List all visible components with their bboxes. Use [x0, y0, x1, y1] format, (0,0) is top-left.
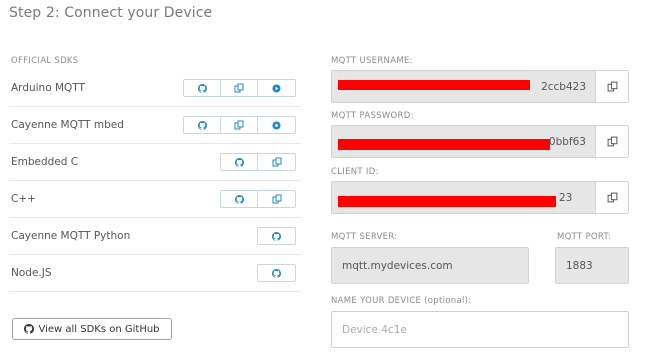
client-id-label: CLIENT ID: — [331, 167, 379, 177]
sdk-actions — [183, 116, 296, 134]
play-icon[interactable] — [258, 80, 295, 96]
view-all-sdks-button[interactable]: View all SDKs on GitHub — [12, 318, 172, 340]
sdk-row-cayenne-mqtt-mbed: Cayenne MQTT mbed — [9, 107, 301, 144]
sdk-row-arduino-mqtt: Arduino MQTT — [9, 70, 301, 107]
settings-icon[interactable] — [258, 117, 295, 133]
mqtt-password-label: MQTT PASSWORD: — [331, 111, 414, 121]
view-all-sdks-label: View all SDKs on GitHub — [38, 323, 160, 335]
copy-username-button[interactable] — [595, 71, 628, 102]
copy-icon[interactable] — [258, 191, 295, 207]
mqtt-port-label: MQTT PORT: — [557, 232, 612, 242]
redaction-bar — [338, 80, 530, 90]
copy-icon — [607, 192, 617, 203]
sdk-row-cpp: C++ — [9, 181, 301, 218]
mqtt-server-field[interactable]: mqtt.mydevices.com — [331, 247, 529, 284]
sdk-actions — [183, 79, 296, 97]
mqtt-server-value: mqtt.mydevices.com — [342, 260, 453, 272]
sdk-name: Cayenne MQTT mbed — [11, 119, 124, 131]
github-icon[interactable] — [184, 117, 221, 133]
sdk-name: Node.JS — [11, 267, 52, 279]
sdks-section-label: OFFICIAL SDKS — [11, 56, 79, 66]
client-id-field[interactable]: 23 — [331, 181, 629, 214]
copy-password-button[interactable] — [595, 126, 628, 157]
device-name-input-wrapper — [331, 311, 629, 348]
sdk-actions — [220, 153, 296, 171]
step-title: Step 2: Connect your Device — [9, 5, 213, 21]
mqtt-username-field[interactable]: 2ccb423 — [331, 70, 629, 103]
mqtt-port-value: 1883 — [566, 260, 593, 272]
mqtt-password-field[interactable]: 0bbf63 — [331, 125, 629, 158]
github-icon[interactable] — [258, 228, 295, 244]
mqtt-username-value: 2ccb423 — [541, 81, 586, 93]
copy-client-id-button[interactable] — [595, 182, 628, 213]
mqtt-username-label: MQTT USERNAME: — [331, 56, 413, 66]
mqtt-password-value: 0bbf63 — [548, 136, 586, 148]
github-icon[interactable] — [221, 154, 258, 170]
device-name-label: NAME YOUR DEVICE (optional): — [331, 296, 472, 306]
client-id-value: 23 — [559, 192, 573, 204]
sdk-row-nodejs: Node.JS — [9, 255, 301, 292]
sdk-actions — [220, 190, 296, 208]
sdk-name: Cayenne MQTT Python — [11, 230, 131, 242]
device-name-input[interactable] — [332, 312, 628, 347]
copy-icon — [607, 81, 617, 92]
copy-icon[interactable] — [221, 117, 258, 133]
github-icon — [24, 324, 35, 334]
copy-icon[interactable] — [221, 80, 258, 96]
redaction-bar — [338, 196, 556, 207]
sdk-name: Embedded C — [11, 156, 79, 168]
sdk-name: Arduino MQTT — [11, 82, 85, 94]
sdk-actions — [257, 264, 296, 282]
sdk-name: C++ — [11, 193, 36, 205]
sdk-row-cayenne-mqtt-python: Cayenne MQTT Python — [9, 218, 301, 255]
mqtt-server-label: MQTT SERVER: — [331, 232, 398, 242]
github-icon[interactable] — [184, 80, 221, 96]
sdk-actions — [257, 227, 296, 245]
github-icon[interactable] — [221, 191, 258, 207]
copy-icon — [607, 136, 617, 147]
redaction-bar — [338, 139, 550, 150]
sdk-row-embedded-c: Embedded C — [9, 144, 301, 181]
mqtt-port-field[interactable]: 1883 — [555, 247, 629, 284]
github-icon[interactable] — [258, 265, 295, 281]
copy-icon[interactable] — [258, 154, 295, 170]
